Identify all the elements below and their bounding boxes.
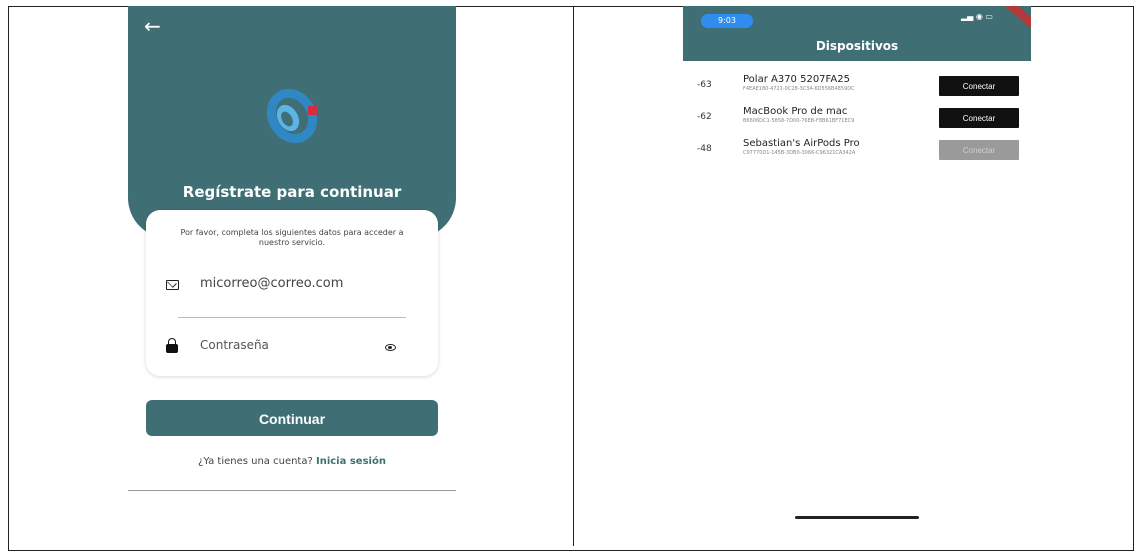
device-id: B6606DC1-5858-7D00-76EB-F8B61BF71EC9 [743,118,855,124]
email-value: micorreo@correo.com [200,276,344,291]
rssi-value: -63 [697,80,712,90]
login-prompt-line: ¿Ya tienes una cuenta? Inicia sesión [128,456,456,467]
login-link[interactable]: Inicia sesión [316,456,386,467]
form-description: Por favor, completa los siguientes datos… [180,228,404,247]
smart-ring-icon [266,88,318,144]
lock-icon [166,338,178,353]
page-title: Regístrate para continuar [182,183,402,201]
list-item: -63 Polar A370 5207FA25 F4EAE180-4721-0C… [683,72,1031,100]
mail-icon [166,280,179,290]
device-id: F4EAE180-4721-0C28-3C3A-6D556B4859DC [743,86,855,92]
rssi-value: -48 [697,144,712,154]
continue-button[interactable]: Continuar [146,400,438,436]
login-prompt: ¿Ya tienes una cuenta? [198,456,313,467]
panel-divider [573,6,574,546]
email-field[interactable]: micorreo@correo.com [166,276,416,298]
connect-button[interactable]: Conectar [939,108,1019,128]
device-name: MacBook Pro de mac [743,106,848,117]
list-item: -48 Sebastian's AirPods Pro C97770D1-145… [683,136,1031,164]
connect-button[interactable]: Conectar [939,76,1019,96]
bottom-divider [128,490,456,491]
device-id: C97770D1-145B-3DB0-3066-C96321CA342A [743,150,856,156]
password-field[interactable]: Contraseña [166,338,416,360]
signup-form-card: Por favor, completa los siguientes datos… [146,210,438,376]
arrow-left-icon[interactable]: ← [144,14,161,38]
device-name: Sebastian's AirPods Pro [743,138,860,149]
connect-button-disabled: Conectar [939,140,1019,160]
eye-icon[interactable] [385,344,396,351]
device-name: Polar A370 5207FA25 [743,74,850,85]
signal-wifi-battery-icon: ▂▄ ◉ ▭ [961,12,993,21]
signup-screen: ← Regístrate para continuar Por favor, c… [128,6,456,492]
rssi-value: -62 [697,112,712,122]
status-time: 9:03 [701,14,753,28]
password-placeholder: Contraseña [200,338,269,352]
list-item: -62 MacBook Pro de mac B6606DC1-5858-7D0… [683,104,1031,132]
field-divider [178,317,406,318]
home-indicator[interactable] [795,516,919,519]
devices-screen: 9:03 ▂▄ ◉ ▭ Dispositivos -63 Polar A370 … [683,6,1031,524]
page-title: Dispositivos [815,39,899,53]
